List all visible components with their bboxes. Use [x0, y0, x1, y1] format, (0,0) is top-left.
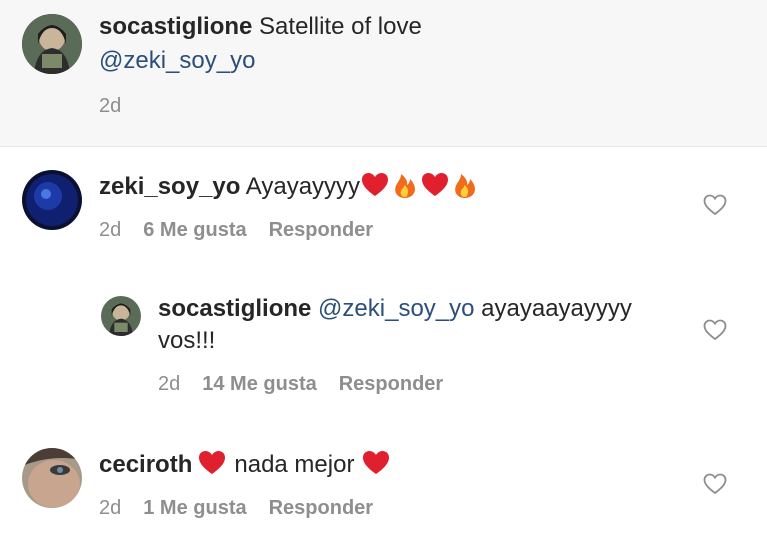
caption-mention-line: @zeki_soy_yo	[99, 46, 255, 76]
caption-text: Satellite of love	[259, 13, 422, 40]
comment-time[interactable]: 2d	[158, 373, 180, 395]
comment-meta: 2d 14 Me gusta Responder	[158, 372, 443, 396]
comment-username[interactable]: zeki_soy_yo	[99, 173, 240, 200]
heart-emoji	[198, 449, 226, 477]
comment-likes[interactable]: 1 Me gusta	[143, 497, 246, 519]
comment-mention[interactable]: @zeki_soy_yo	[318, 295, 474, 322]
like-heart-icon[interactable]	[703, 473, 727, 495]
heart-emoji	[361, 171, 389, 199]
reply-button[interactable]: Responder	[269, 497, 373, 519]
comment-time[interactable]: 2d	[99, 219, 121, 241]
heart-emoji	[362, 449, 390, 477]
comment-meta: 2d 6 Me gusta Responder	[99, 218, 373, 242]
caption-mention[interactable]: @zeki_soy_yo	[99, 47, 255, 74]
comment-line: socastiglione @zeki_soy_yo ayayaayayyyy	[158, 294, 632, 324]
heart-emoji	[421, 171, 449, 199]
comment-line: zeki_soy_yo Ayayayyyy	[99, 171, 480, 202]
like-heart-icon[interactable]	[703, 194, 727, 216]
fire-emoji	[391, 171, 419, 199]
comment-likes[interactable]: 6 Me gusta	[143, 219, 246, 241]
fire-emoji	[451, 171, 479, 199]
caption-time[interactable]: 2d	[99, 95, 121, 117]
divider	[0, 146, 767, 147]
reply-button[interactable]: Responder	[269, 219, 373, 241]
comment-text-continued: vos!!!	[158, 327, 216, 354]
comment-text: Ayayayyyy	[245, 173, 361, 200]
comment-username[interactable]: socastiglione	[158, 295, 311, 322]
caption-meta: 2d	[99, 94, 121, 118]
reply-button[interactable]: Responder	[339, 373, 443, 395]
caption-line: socastiglione Satellite of love	[99, 12, 422, 42]
comment-meta: 2d 1 Me gusta Responder	[99, 496, 373, 520]
comment-time[interactable]: 2d	[99, 497, 121, 519]
comment-username[interactable]: ceciroth	[99, 451, 192, 478]
comment-line-continued: vos!!!	[158, 326, 215, 356]
avatar-socastiglione[interactable]	[22, 14, 82, 74]
caption-username[interactable]: socastiglione	[99, 13, 252, 40]
comment-text: nada mejor	[234, 451, 355, 478]
like-heart-icon[interactable]	[703, 319, 727, 341]
avatar-socastiglione[interactable]	[101, 296, 141, 336]
avatar-zeki-soy-yo[interactable]	[22, 170, 82, 230]
comment-line: ceciroth nada mejor	[99, 449, 391, 480]
comment-text: ayayaayayyyy	[481, 295, 632, 322]
comment-likes[interactable]: 14 Me gusta	[202, 373, 316, 395]
avatar-ceciroth[interactable]	[22, 448, 82, 508]
